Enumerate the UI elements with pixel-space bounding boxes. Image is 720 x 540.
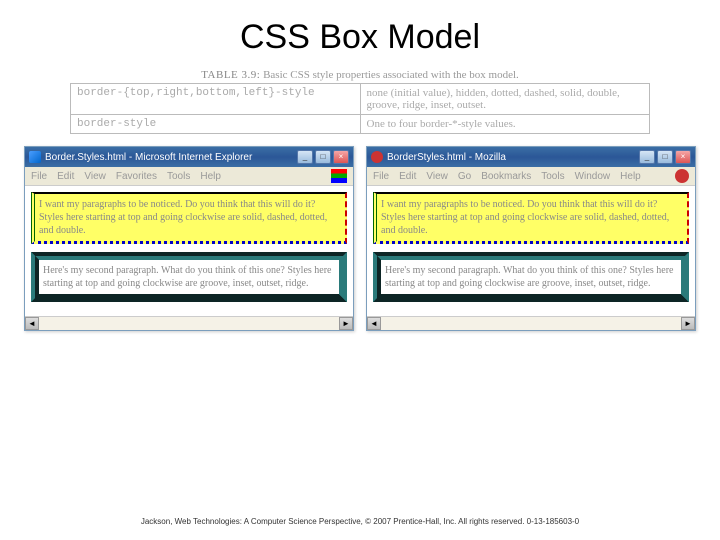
horizontal-scrollbar[interactable]: ◄ ►: [367, 316, 695, 330]
table-row: border-{top,right,bottom,left}-style non…: [71, 84, 650, 115]
ie-menubar: File Edit View Favorites Tools Help: [25, 167, 353, 186]
moz-content: I want my paragraphs to be noticed. Do y…: [367, 186, 695, 316]
prop-desc: One to four border-*-style values.: [360, 115, 650, 134]
mozilla-logo-icon: [675, 169, 689, 183]
scroll-track[interactable]: [381, 317, 681, 330]
menu-view[interactable]: View: [84, 171, 106, 182]
minimize-button[interactable]: _: [297, 150, 313, 164]
paragraph-border-styles-2: Here's my second paragraph. What do you …: [31, 252, 347, 302]
close-button[interactable]: ×: [333, 150, 349, 164]
table-caption: TABLE 3.9: Basic CSS style properties as…: [0, 69, 720, 81]
menu-file[interactable]: File: [31, 171, 47, 182]
window-controls: _ □ ×: [639, 150, 691, 164]
ie-titlebar: Border.Styles.html - Microsoft Internet …: [25, 147, 353, 167]
mozilla-app-icon: [371, 151, 383, 163]
table-number: TABLE 3.9:: [201, 69, 260, 81]
slide-title: CSS Box Model: [0, 0, 720, 69]
scroll-right-icon[interactable]: ►: [681, 317, 695, 330]
table-row: border-style One to four border-*-style …: [71, 115, 650, 134]
scroll-left-icon[interactable]: ◄: [25, 317, 39, 330]
ie-window: Border.Styles.html - Microsoft Internet …: [24, 146, 354, 331]
scroll-left-icon[interactable]: ◄: [367, 317, 381, 330]
menu-tools[interactable]: Tools: [167, 171, 190, 182]
properties-table: border-{top,right,bottom,left}-style non…: [70, 83, 650, 134]
prop-name: border-style: [71, 115, 361, 134]
moz-title-text: BorderStyles.html - Mozilla: [387, 152, 639, 163]
minimize-button[interactable]: _: [639, 150, 655, 164]
maximize-button[interactable]: □: [315, 150, 331, 164]
scroll-right-icon[interactable]: ►: [339, 317, 353, 330]
prop-desc: none (initial value), hidden, dotted, da…: [360, 84, 650, 115]
slide-footer: Jackson, Web Technologies: A Computer Sc…: [0, 517, 720, 526]
menu-tools[interactable]: Tools: [541, 171, 564, 182]
windows-logo-icon: [331, 169, 347, 183]
close-button[interactable]: ×: [675, 150, 691, 164]
browser-screenshots: Border.Styles.html - Microsoft Internet …: [0, 146, 720, 331]
menu-window[interactable]: Window: [575, 171, 611, 182]
ie-content: I want my paragraphs to be noticed. Do y…: [25, 186, 353, 316]
moz-titlebar: BorderStyles.html - Mozilla _ □ ×: [367, 147, 695, 167]
horizontal-scrollbar[interactable]: ◄ ►: [25, 316, 353, 330]
menu-edit[interactable]: Edit: [399, 171, 416, 182]
menu-favorites[interactable]: Favorites: [116, 171, 157, 182]
paragraph-border-styles-1: I want my paragraphs to be noticed. Do y…: [31, 192, 347, 244]
paragraph-border-styles-2: Here's my second paragraph. What do you …: [373, 252, 689, 302]
prop-name: border-{top,right,bottom,left}-style: [71, 84, 361, 115]
window-controls: _ □ ×: [297, 150, 349, 164]
menu-edit[interactable]: Edit: [57, 171, 74, 182]
ie-title-text: Border.Styles.html - Microsoft Internet …: [45, 152, 297, 163]
maximize-button[interactable]: □: [657, 150, 673, 164]
mozilla-window: BorderStyles.html - Mozilla _ □ × File E…: [366, 146, 696, 331]
menu-file[interactable]: File: [373, 171, 389, 182]
ie-app-icon: [29, 151, 41, 163]
table-caption-text: Basic CSS style properties associated wi…: [263, 69, 519, 81]
menu-go[interactable]: Go: [458, 171, 471, 182]
menu-help[interactable]: Help: [620, 171, 641, 182]
paragraph-border-styles-1: I want my paragraphs to be noticed. Do y…: [373, 192, 689, 244]
scroll-track[interactable]: [39, 317, 339, 330]
menu-bookmarks[interactable]: Bookmarks: [481, 171, 531, 182]
menu-view[interactable]: View: [426, 171, 448, 182]
moz-menubar: File Edit View Go Bookmarks Tools Window…: [367, 167, 695, 186]
menu-help[interactable]: Help: [200, 171, 221, 182]
